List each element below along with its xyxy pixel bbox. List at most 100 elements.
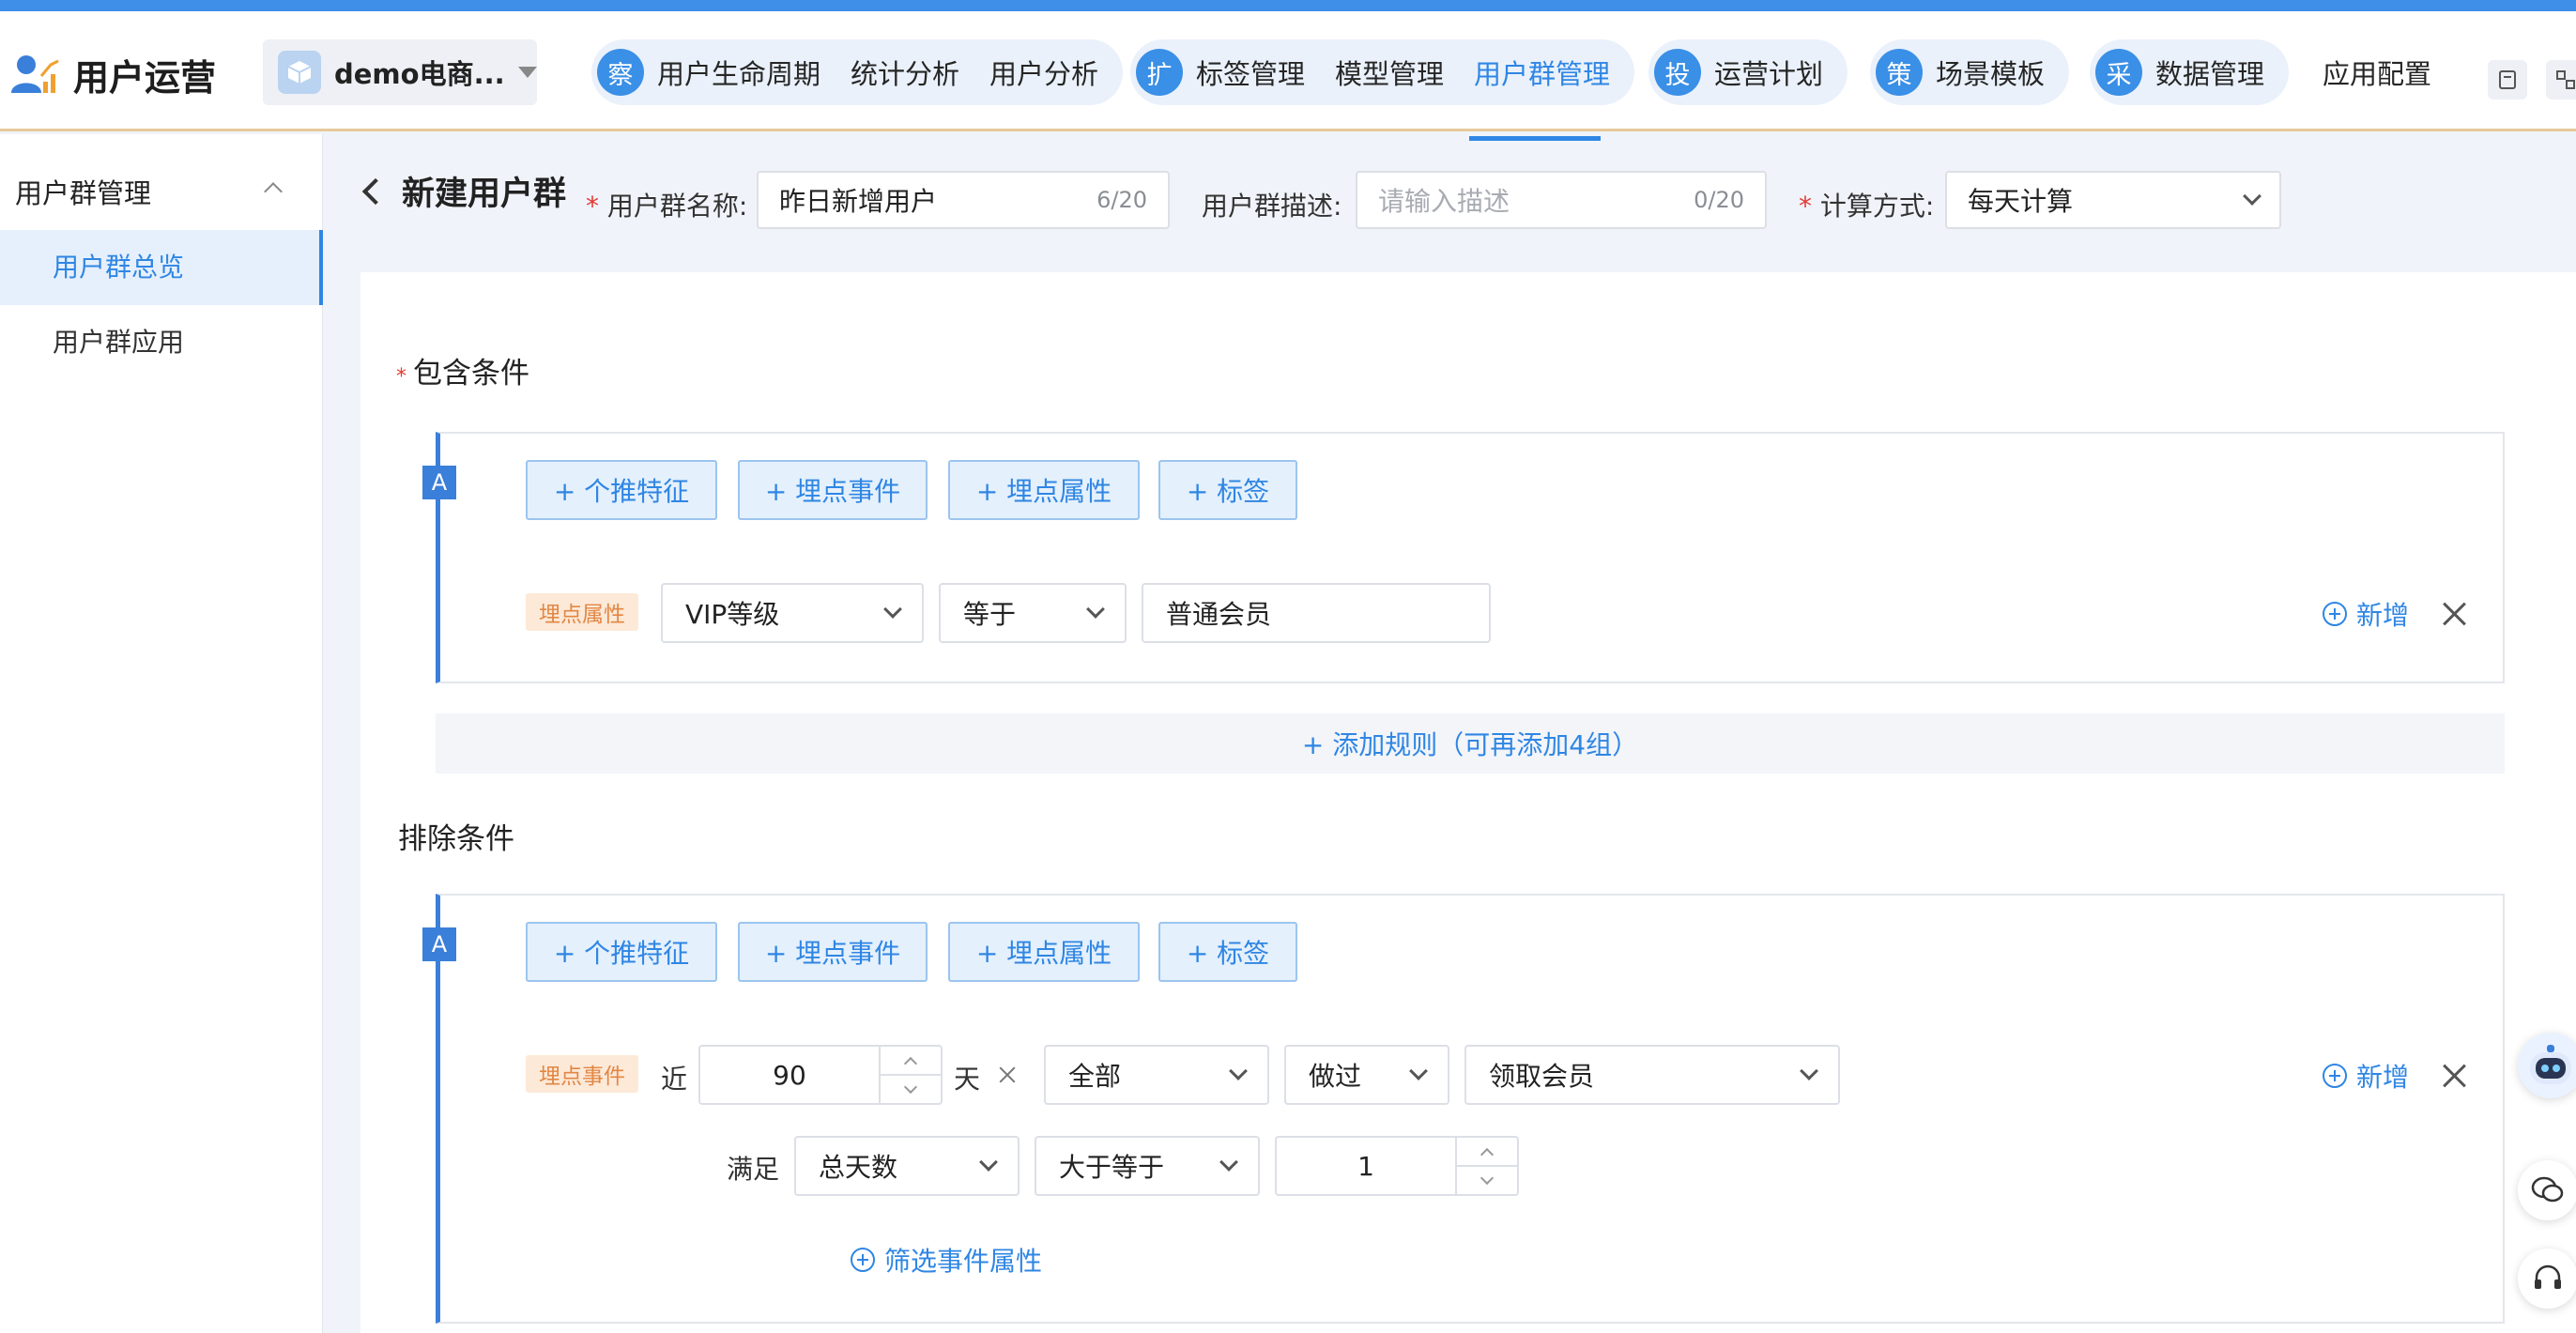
sidebar-header[interactable]: 用户群管理 <box>15 172 151 211</box>
nav-item-scene-template[interactable]: 场景模板 <box>1936 53 2045 92</box>
project-name: demo电商... <box>334 53 505 92</box>
threshold-value: 1 <box>1277 1151 1455 1182</box>
include-add-condition-link[interactable]: 新增 <box>2323 595 2409 633</box>
nav-item-lifecycle[interactable]: 用户生命周期 <box>657 53 820 92</box>
include-field-select[interactable]: VIP等级 <box>661 583 924 643</box>
stepper-up-icon[interactable] <box>1457 1138 1517 1167</box>
include-add-tracking-event-button[interactable]: + 埋点事件 <box>738 460 928 520</box>
group-name-value: 昨日新增用户 <box>779 181 1096 219</box>
stepper-arrows[interactable] <box>879 1047 941 1103</box>
project-selector[interactable]: demo电商... <box>263 39 537 105</box>
exclude-add-condition-link[interactable]: 新增 <box>2323 1057 2409 1095</box>
app-logo[interactable]: 用户运营 <box>9 49 216 100</box>
nav-item-statistics[interactable]: 统计分析 <box>851 53 959 92</box>
user-ops-logo-icon <box>9 52 62 99</box>
stepper-down-icon[interactable] <box>1457 1167 1517 1194</box>
metric-select[interactable]: 总天数 <box>794 1136 1020 1196</box>
event-name-value: 领取会员 <box>1489 1056 1594 1094</box>
chevron-down-icon <box>1219 1153 1238 1172</box>
nav-item-user-analysis[interactable]: 用户分析 <box>989 53 1098 92</box>
name-field-label: * 用户群名称: <box>586 186 747 223</box>
nav-group-expand: 扩 标签管理 模型管理 用户群管理 <box>1130 39 1634 105</box>
include-value-input[interactable]: 普通会员 <box>1142 583 1491 643</box>
group-description-input[interactable]: 请输入描述 0/20 <box>1356 171 1767 229</box>
include-operator-select[interactable]: 等于 <box>939 583 1127 643</box>
event-name-select[interactable]: 领取会员 <box>1464 1045 1840 1105</box>
nav-group-observe: 察 用户生命周期 统计分析 用户分析 <box>591 39 1123 105</box>
clear-days-close-icon[interactable] <box>997 1065 1018 1085</box>
include-add-tracking-attribute-button[interactable]: + 埋点属性 <box>948 460 1140 520</box>
add-rule-button[interactable]: + 添加规则（可再添加4组） <box>436 713 2505 774</box>
include-add-label: 新增 <box>2356 595 2409 633</box>
chevron-down-icon <box>1409 1062 1428 1080</box>
plus-circle-icon <box>2323 602 2347 626</box>
app-title: 用户运营 <box>73 49 216 100</box>
nav-active-indicator <box>1469 136 1601 141</box>
nav-group-config: 应用配置 <box>2323 39 2431 105</box>
nav-item-tag-management[interactable]: 标签管理 <box>1196 53 1305 92</box>
cube-icon <box>278 51 321 94</box>
days-unit-label: 天 <box>954 1059 980 1096</box>
recent-label: 近 <box>661 1059 687 1096</box>
include-rule-type-chip: 埋点属性 <box>526 593 638 631</box>
chevron-down-icon <box>979 1153 998 1172</box>
back-arrow-icon[interactable] <box>362 177 389 204</box>
include-operator-value: 等于 <box>963 594 1016 632</box>
group-name-input[interactable]: 昨日新增用户 6/20 <box>757 171 1170 229</box>
include-section-title: * 包含条件 <box>396 349 529 391</box>
chevron-down-icon <box>1800 1062 1818 1080</box>
exclude-add-tracking-attribute-button[interactable]: + 埋点属性 <box>948 922 1140 982</box>
include-add-tag-button[interactable]: + 标签 <box>1158 460 1297 520</box>
filter-event-attribute-link[interactable]: 筛选事件属性 <box>851 1241 1042 1279</box>
exclude-add-getui-feature-button[interactable]: + 个推特征 <box>526 922 717 982</box>
nav-item-app-config[interactable]: 应用配置 <box>2323 53 2431 92</box>
nav-group-collect: 采 数据管理 <box>2090 39 2289 105</box>
exclude-add-label: 新增 <box>2356 1057 2409 1095</box>
group-description-count: 0/20 <box>1694 187 1744 213</box>
nav-item-data-management[interactable]: 数据管理 <box>2155 53 2264 92</box>
recent-days-value: 90 <box>700 1060 879 1091</box>
page-header: 新建用户群 <box>357 167 566 215</box>
stepper-down-icon[interactable] <box>881 1076 941 1103</box>
include-value-text: 普通会员 <box>1166 594 1271 632</box>
exclude-remove-rule-close-icon[interactable] <box>2439 1061 2469 1091</box>
chevron-up-icon[interactable] <box>264 182 283 201</box>
event-action-select[interactable]: 做过 <box>1284 1045 1449 1105</box>
recent-days-stepper[interactable]: 90 <box>698 1045 943 1105</box>
satisfy-label: 满足 <box>727 1149 779 1187</box>
event-action-value: 做过 <box>1309 1056 1361 1094</box>
chevron-down-icon <box>2243 187 2262 206</box>
stepper-up-icon[interactable] <box>881 1047 941 1076</box>
calc-method-value: 每天计算 <box>1968 181 2246 219</box>
nav-badge-collect: 采 <box>2095 49 2142 96</box>
nav-group-deliver: 投 运营计划 <box>1648 39 1848 105</box>
event-scope-select[interactable]: 全部 <box>1044 1045 1269 1105</box>
nav-item-operation-plan[interactable]: 运营计划 <box>1714 53 1823 92</box>
calc-method-select[interactable]: 每天计算 <box>1945 171 2281 229</box>
filter-event-attribute-label: 筛选事件属性 <box>884 1241 1042 1279</box>
top-accent-bar <box>0 0 2576 11</box>
compare-operator-value: 大于等于 <box>1059 1147 1164 1185</box>
stepper-arrows[interactable] <box>1455 1138 1517 1194</box>
sidebar-item-user-group-overview[interactable]: 用户群总览 <box>0 230 323 305</box>
plus-circle-icon <box>851 1248 875 1272</box>
nav-item-model-management[interactable]: 模型管理 <box>1335 53 1444 92</box>
sidebar: 用户群管理 用户群总览 用户群应用 <box>0 134 323 1333</box>
exclude-add-tracking-event-button[interactable]: + 埋点事件 <box>738 922 928 982</box>
sidebar-item-user-group-application[interactable]: 用户群应用 <box>0 305 323 380</box>
fullscreen-icon[interactable] <box>2546 60 2576 100</box>
headset-support-icon[interactable] <box>2518 1249 2576 1309</box>
exclude-section-title: 排除条件 <box>398 815 514 857</box>
ai-assistant-robot-icon[interactable] <box>2518 1033 2576 1098</box>
exclude-add-tag-button[interactable]: + 标签 <box>1158 922 1297 982</box>
plus-circle-icon <box>2323 1064 2347 1088</box>
wechat-icon[interactable] <box>2518 1160 2576 1220</box>
compare-operator-select[interactable]: 大于等于 <box>1035 1136 1260 1196</box>
threshold-stepper[interactable]: 1 <box>1275 1136 1519 1196</box>
include-remove-rule-close-icon[interactable] <box>2439 599 2469 629</box>
nav-item-user-group-management[interactable]: 用户群管理 <box>1474 53 1610 92</box>
include-group-tag: A <box>422 466 456 499</box>
nav-badge-strategy: 策 <box>1876 49 1923 96</box>
document-icon[interactable] <box>2488 60 2527 100</box>
include-add-getui-feature-button[interactable]: + 个推特征 <box>526 460 717 520</box>
